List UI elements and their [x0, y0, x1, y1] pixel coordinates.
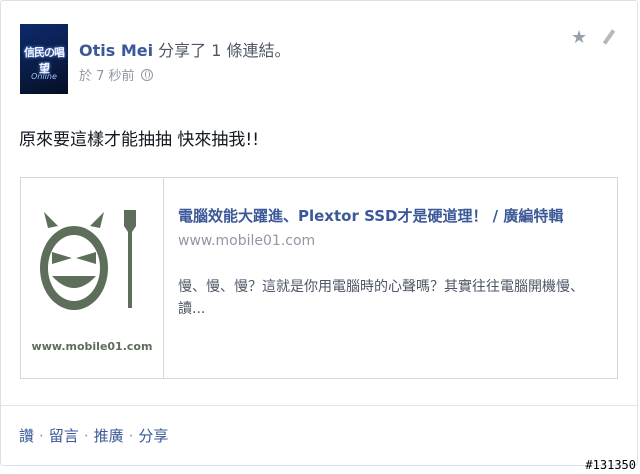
action-divider: [1, 405, 637, 406]
feed-post: 信民の唱望 Online Otis Mei 分享了 1 條連結。 於 7 秒前 …: [0, 0, 638, 466]
post-header: Otis Mei 分享了 1 條連結。: [79, 37, 291, 61]
link-thumbnail[interactable]: www.mobile01.com: [21, 178, 164, 378]
mobile01-logo-icon: [40, 210, 136, 310]
author-avatar[interactable]: 信民の唱望 Online: [20, 24, 68, 94]
promote-link[interactable]: 推廣: [94, 427, 124, 445]
like-link[interactable]: 讚: [19, 427, 34, 445]
post-action-bar: 讚 · 留言 · 推廣 · 分享: [19, 425, 168, 446]
action-separator: ·: [128, 427, 134, 445]
comment-link[interactable]: 留言: [49, 427, 79, 445]
action-separator: ·: [39, 427, 44, 445]
timestamp-link[interactable]: 於 7 秒前: [79, 65, 135, 84]
pencil-icon[interactable]: [602, 29, 616, 45]
link-title[interactable]: 電腦效能大躍進、Plextor SSD才是硬道理！ / 廣編特輯: [178, 205, 563, 226]
image-watermark: #131350: [585, 458, 636, 472]
share-link[interactable]: 分享: [138, 427, 168, 445]
post-meta: 於 7 秒前: [79, 65, 153, 84]
star-icon[interactable]: ★: [571, 27, 587, 48]
globe-icon[interactable]: [140, 68, 153, 81]
link-description: 慢、慢、慢？這就是你用電腦時的心聲嗎？其實往往電腦開機慢、讀...: [178, 279, 584, 317]
post-message: 原來要這樣才能抽抽 快來抽我!!: [19, 130, 260, 150]
action-separator: ·: [83, 427, 89, 445]
avatar-subtext: Online: [31, 72, 57, 81]
author-name-link[interactable]: Otis Mei: [79, 41, 153, 60]
link-domain: www.mobile01.com: [178, 233, 316, 249]
share-action-text: 分享了 1 條連結。: [153, 41, 291, 60]
thumbnail-caption: www.mobile01.com: [31, 340, 153, 353]
link-preview-card[interactable]: www.mobile01.com 電腦效能大躍進、Plextor SSD才是硬道…: [20, 177, 618, 379]
